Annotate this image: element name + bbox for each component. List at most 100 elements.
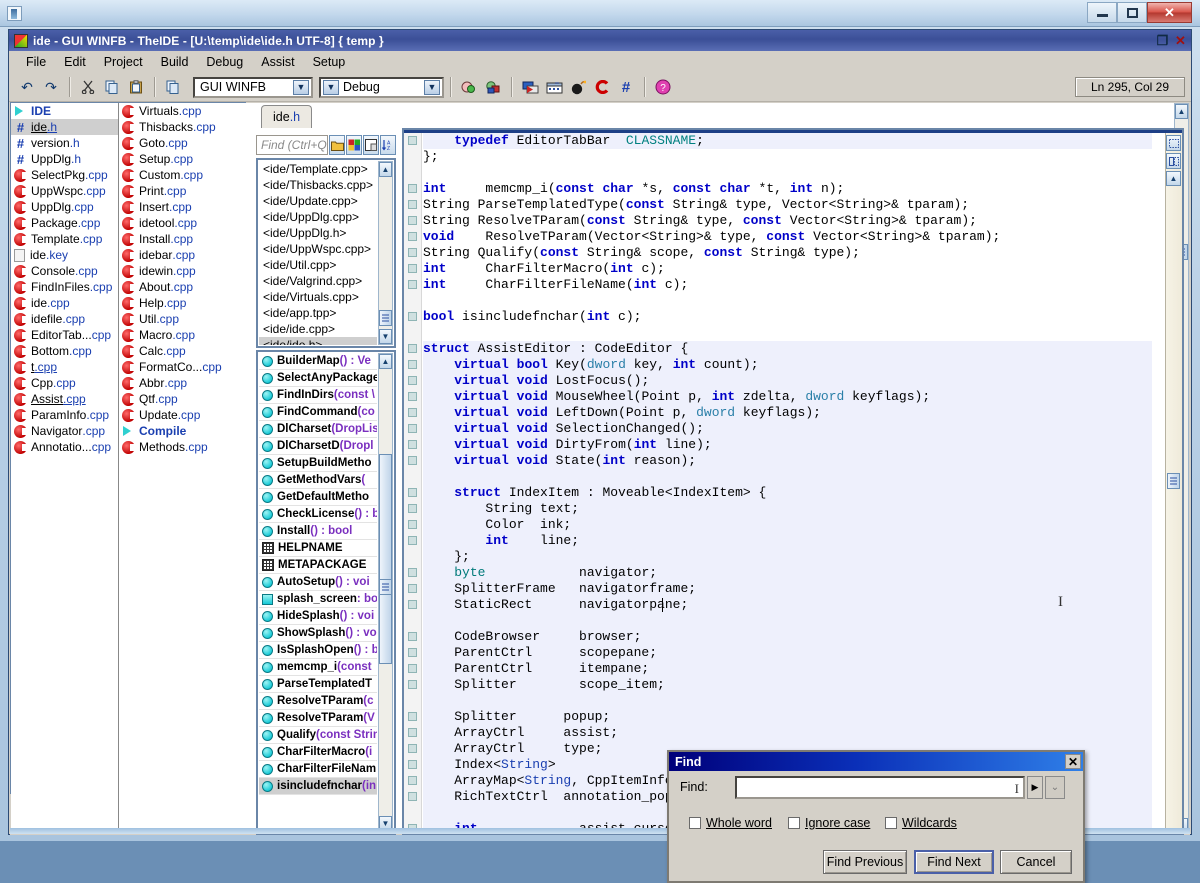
- file-item[interactable]: Cpp.cpp: [11, 375, 118, 391]
- code-line[interactable]: virtual void LostFocus();: [423, 373, 1152, 389]
- code-line[interactable]: virtual void LeftDown(Point p, dword key…: [423, 405, 1152, 421]
- menu-debug[interactable]: Debug: [197, 53, 252, 71]
- assist-item[interactable]: FindInDirs(const \: [259, 387, 377, 404]
- assist-member-list-panel[interactable]: BuilderMap() : VeSelectAnyPackageFindInD…: [256, 350, 396, 835]
- code-line[interactable]: String ResolveTParam(const String& type,…: [423, 213, 1152, 229]
- find-dialog-close-button[interactable]: ✕: [1065, 754, 1081, 769]
- navigator-file-item[interactable]: <ide/Virtuals.cpp>: [259, 289, 377, 305]
- fold-marker-icon[interactable]: [408, 344, 417, 353]
- undo-icon[interactable]: ↶: [15, 76, 39, 99]
- file-item[interactable]: Calc.cpp: [119, 343, 225, 359]
- tab-ide-h[interactable]: ide.h: [261, 105, 312, 128]
- calendar-icon[interactable]: **: [542, 76, 566, 99]
- file-item[interactable]: Install.cpp: [119, 231, 225, 247]
- assist-item[interactable]: splash_screen : bo: [259, 591, 377, 608]
- fold-marker-icon[interactable]: [408, 440, 417, 449]
- build-mode-combo[interactable]: GUI WINFB ▼: [193, 77, 313, 98]
- menu-edit[interactable]: Edit: [55, 53, 95, 71]
- file-item[interactable]: IDE: [11, 103, 118, 119]
- chevron-down-icon[interactable]: ▼: [293, 80, 309, 95]
- code-line[interactable]: StaticRect navigatorpane;: [423, 597, 1152, 613]
- file-item[interactable]: ParamInfo.cpp: [11, 407, 118, 423]
- duplicate-icon[interactable]: [161, 76, 185, 99]
- file-item[interactable]: Assist.cpp: [11, 391, 118, 407]
- menu-setup[interactable]: Setup: [304, 53, 355, 71]
- file-item[interactable]: Console.cpp: [11, 263, 118, 279]
- file-item[interactable]: UppDlg.cpp: [11, 199, 118, 215]
- fold-marker-icon[interactable]: [408, 408, 417, 417]
- code-line[interactable]: virtual void State(int reason);: [423, 453, 1152, 469]
- fold-marker-icon[interactable]: [408, 536, 417, 545]
- fold-marker-icon[interactable]: [408, 792, 417, 801]
- cut-icon[interactable]: [76, 76, 100, 99]
- fold-marker-icon[interactable]: [408, 520, 417, 529]
- fold-marker-icon[interactable]: [408, 728, 417, 737]
- file-item[interactable]: Package.cpp: [11, 215, 118, 231]
- folder-icon[interactable]: [329, 135, 345, 155]
- code-line[interactable]: struct AssistEditor : CodeEditor {: [423, 341, 1152, 357]
- copy-icon[interactable]: [100, 76, 124, 99]
- assist-item[interactable]: CharFilterMacro(i: [259, 744, 377, 761]
- assist-item[interactable]: ResolveTParam(V: [259, 710, 377, 727]
- code-line[interactable]: [423, 325, 1152, 341]
- fold-marker-icon[interactable]: [408, 648, 417, 657]
- navigator-file-item[interactable]: <ide/Util.cpp>: [259, 257, 377, 273]
- hash-icon[interactable]: #: [614, 76, 638, 99]
- fold-marker-icon[interactable]: [408, 584, 417, 593]
- file-list-column-left[interactable]: IDE#ide.h#version.h#UppDlg.hSelectPkg.cp…: [11, 103, 119, 834]
- fold-marker-icon[interactable]: [408, 760, 417, 769]
- code-line[interactable]: };: [423, 149, 1152, 165]
- fold-marker-icon[interactable]: [408, 280, 417, 289]
- assist-item[interactable]: Install() : bool: [259, 523, 377, 540]
- editor-scroll-thumb[interactable]: [1167, 473, 1180, 489]
- fold-marker-icon[interactable]: [408, 360, 417, 369]
- editor-scrollbar[interactable]: ▲: [1165, 133, 1182, 833]
- assist-item[interactable]: HELPNAME: [259, 540, 377, 557]
- fold-marker-icon[interactable]: [408, 424, 417, 433]
- code-line[interactable]: ArrayCtrl assist;: [423, 725, 1152, 741]
- code-line[interactable]: [423, 293, 1152, 309]
- os-maximize-button[interactable]: [1117, 2, 1147, 23]
- os-close-button[interactable]: ✕: [1147, 2, 1192, 23]
- file-item[interactable]: Setup.cpp: [119, 151, 225, 167]
- fold-marker-icon[interactable]: [408, 248, 417, 257]
- code-line[interactable]: virtual void MouseWheel(Point p, int zde…: [423, 389, 1152, 405]
- fold-marker-icon[interactable]: [408, 376, 417, 385]
- file-item[interactable]: FindInFiles.cpp: [11, 279, 118, 295]
- navigator-file-list-scrollbar[interactable]: ▲ ▼: [378, 161, 393, 345]
- assist-item[interactable]: ParseTemplatedT: [259, 676, 377, 693]
- menu-build[interactable]: Build: [152, 53, 198, 71]
- file-item[interactable]: Navigator.cpp: [11, 423, 118, 439]
- find-history-play-button[interactable]: ▶: [1027, 776, 1043, 799]
- file-item[interactable]: #ide.h: [11, 119, 118, 135]
- file-item[interactable]: Thisbacks.cpp: [119, 119, 225, 135]
- code-line[interactable]: };: [423, 549, 1152, 565]
- code-line[interactable]: SplitterFrame navigatorframe;: [423, 581, 1152, 597]
- assist-scrollbar[interactable]: ▲ ▼: [378, 353, 393, 832]
- fold-marker-icon[interactable]: [408, 664, 417, 673]
- assist-item[interactable]: Qualify(const Strin: [259, 727, 377, 744]
- code-line[interactable]: virtual void SelectionChanged();: [423, 421, 1152, 437]
- editor-fold-gutter[interactable]: [404, 133, 422, 833]
- navigator-find-input[interactable]: Find (Ctrl+Q: [256, 135, 328, 155]
- code-line[interactable]: [423, 165, 1152, 181]
- assist-item[interactable]: CheckLicense() : b: [259, 506, 377, 523]
- fold-marker-icon[interactable]: [408, 264, 417, 273]
- assist-item[interactable]: DlCharset(DropLis: [259, 421, 377, 438]
- assist-member-list[interactable]: BuilderMap() : VeSelectAnyPackageFindInD…: [259, 353, 377, 832]
- fold-marker-icon[interactable]: [408, 488, 417, 497]
- fold-marker-icon[interactable]: [408, 744, 417, 753]
- menu-file[interactable]: File: [17, 53, 55, 71]
- file-item[interactable]: Methods.cpp: [119, 439, 225, 455]
- wildcards-checkbox-box[interactable]: [885, 817, 897, 829]
- editor-marker-button-2[interactable]: [1166, 153, 1181, 169]
- package-organizer-icon[interactable]: [457, 76, 481, 99]
- file-item[interactable]: idefile.cpp: [11, 311, 118, 327]
- navigator-file-item[interactable]: <ide/UppWspc.cpp>: [259, 241, 377, 257]
- navigator-file-item[interactable]: <ide/Template.cpp>: [259, 161, 377, 177]
- file-item[interactable]: EditorTab...cpp: [11, 327, 118, 343]
- ide-close-button[interactable]: ✕: [1172, 32, 1189, 49]
- file-item[interactable]: Insert.cpp: [119, 199, 225, 215]
- assist-item[interactable]: IsSplashOpen() : b: [259, 642, 377, 659]
- file-item[interactable]: SelectPkg.cpp: [11, 167, 118, 183]
